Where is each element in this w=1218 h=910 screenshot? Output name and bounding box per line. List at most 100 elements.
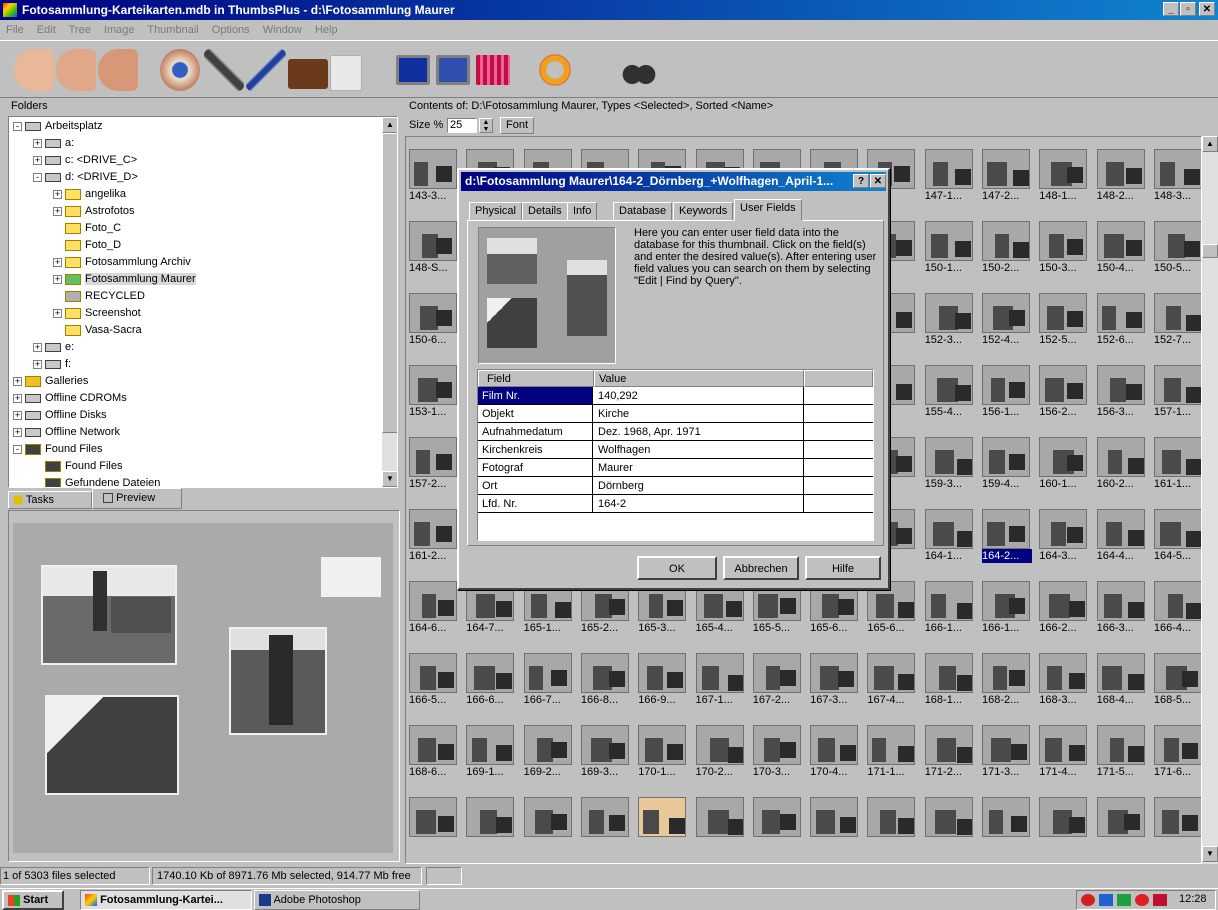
wrench-icon[interactable] — [204, 49, 244, 91]
expand-icon[interactable]: + — [53, 206, 62, 216]
tray-icon[interactable] — [1135, 894, 1149, 906]
tree-item[interactable]: + Astrofotos — [53, 203, 135, 220]
thumbnail-cell[interactable] — [1096, 797, 1147, 837]
tree-item[interactable]: - d: <DRIVE_D> — [33, 169, 138, 186]
thumbnail-cell[interactable]: 166-4... — [1153, 581, 1201, 635]
tree-item[interactable]: + angelika — [53, 186, 126, 203]
thumbnail-cell[interactable]: 164-1... — [924, 509, 975, 563]
thumbnail-cell[interactable]: 168-1... — [924, 653, 975, 707]
thumbnail-cell[interactable]: 159-4... — [982, 437, 1032, 491]
expand-icon[interactable]: + — [53, 274, 62, 284]
tab-user-fields[interactable]: User Fields — [734, 199, 802, 221]
thumbnail-cell[interactable]: 150-5... — [1153, 221, 1201, 275]
gallery-icon[interactable] — [476, 55, 510, 85]
thumbnail-cell[interactable]: 157-2... — [409, 437, 459, 491]
table-row[interactable]: Objekt Kirche — [478, 405, 873, 423]
thumbnail-cell[interactable]: 159-3... — [924, 437, 975, 491]
tab-tasks[interactable]: Tasks — [8, 491, 92, 509]
menu-tree[interactable]: Tree — [69, 24, 91, 36]
thumbnail-cell[interactable] — [810, 797, 860, 837]
field-name-cell[interactable]: Film Nr. — [478, 387, 593, 404]
scroll-down-arrow-icon[interactable]: ▼ — [1202, 846, 1218, 862]
thumbnail-cell[interactable]: 166-1... — [982, 581, 1032, 635]
tree-item[interactable]: + Galleries — [13, 373, 88, 390]
thumbnail-cell[interactable]: 147-1... — [924, 149, 975, 203]
table-row[interactable]: Film Nr. 140,292 — [478, 387, 873, 405]
tree-item[interactable]: + Fotosammlung Archiv — [53, 254, 191, 271]
tab-physical[interactable]: Physical — [469, 202, 522, 221]
thumbnail-cell[interactable]: 168-6... — [409, 725, 459, 779]
hand-select-icon[interactable] — [98, 49, 138, 91]
thumbnail-cell[interactable]: 152-5... — [1039, 293, 1089, 347]
thumbnail-cell[interactable]: 169-2... — [523, 725, 574, 779]
thumbnail-cell[interactable]: 169-1... — [466, 725, 516, 779]
paintbrush-icon[interactable] — [246, 49, 286, 91]
tree-item[interactable]: + c: <DRIVE_C> — [33, 152, 137, 169]
expand-icon[interactable]: + — [33, 155, 42, 165]
tree-scroll-thumb[interactable] — [382, 133, 397, 433]
thumbnail-cell[interactable]: 164-3... — [1039, 509, 1089, 563]
ok-button[interactable]: OK — [637, 556, 717, 580]
menu-file[interactable]: File — [6, 24, 24, 36]
collapse-icon[interactable]: - — [13, 444, 22, 454]
thumbnail-cell[interactable]: 167-1... — [695, 653, 746, 707]
thumbnail-cell[interactable]: 147-2... — [982, 149, 1032, 203]
size-input[interactable]: 25 — [447, 118, 477, 133]
tab-details[interactable]: Details — [522, 202, 568, 221]
thumbnail-cell[interactable]: 168-4... — [1096, 653, 1147, 707]
expand-icon[interactable]: + — [13, 410, 22, 420]
thumbnail-cell[interactable]: 155-4... — [924, 365, 975, 419]
close-icon[interactable]: ✕ — [1199, 2, 1215, 16]
expand-icon[interactable]: + — [13, 393, 22, 403]
thumbnail-cell[interactable]: 171-5... — [1096, 725, 1147, 779]
help-question-icon[interactable]: ? — [853, 174, 869, 188]
thumbnail-cell[interactable]: 167-2... — [752, 653, 803, 707]
tree-scrollbar[interactable]: ▲ ▼ — [382, 117, 397, 487]
tree-item[interactable]: + Fotosammlung Maurer — [53, 271, 196, 288]
thumbnail-cell[interactable]: 161-2... — [409, 509, 459, 563]
field-name-cell[interactable]: Fotograf — [478, 459, 593, 476]
thumbnail-cell[interactable]: 166-5... — [409, 653, 459, 707]
table-row[interactable]: Fotograf Maurer — [478, 459, 873, 477]
thumbnail-cell[interactable]: 152-7... — [1153, 293, 1201, 347]
thumbnail-cell[interactable]: 171-4... — [1039, 725, 1089, 779]
thumbnail-cell[interactable] — [523, 797, 574, 837]
thumbnail-cell[interactable]: 168-3... — [1039, 653, 1089, 707]
hand-select-icon[interactable] — [56, 49, 96, 91]
thumbnail-cell[interactable]: 171-3... — [982, 725, 1032, 779]
tree-item[interactable]: + e: — [33, 339, 74, 356]
expand-icon[interactable]: + — [53, 308, 62, 318]
tree-item[interactable]: + Offline Network — [13, 424, 120, 441]
thumbnail-cell[interactable]: 166-6... — [466, 653, 516, 707]
column-header-field[interactable]: Field — [478, 370, 594, 387]
tab-keywords[interactable]: Keywords — [673, 202, 734, 221]
table-row[interactable]: Lfd. Nr. 164-2 — [478, 495, 873, 513]
thumbnail-cell[interactable]: 156-3... — [1096, 365, 1147, 419]
folder-tree[interactable]: - Arbeitsplatz + a: + c: <DRIVE_C> - d: <DRIVE_… — [8, 116, 398, 488]
thumbnail-cell[interactable]: 160-1... — [1039, 437, 1089, 491]
dialog-title-bar[interactable]: d:\Fotosammlung Maurer\164-2_Dörnberg_+W… — [461, 172, 886, 191]
thumbnail-cell[interactable]: 170-4... — [810, 725, 860, 779]
menu-image[interactable]: Image — [104, 24, 135, 36]
tab-preview[interactable]: Preview — [92, 488, 182, 509]
tree-item[interactable]: + f: — [33, 356, 71, 373]
grid-scroll-thumb[interactable] — [1202, 244, 1218, 258]
field-value-cell[interactable]: Wolfhagen — [594, 441, 804, 458]
thumbnail-cell[interactable]: 166-1... — [924, 581, 975, 635]
tree-item[interactable]: - Found Files — [13, 441, 102, 458]
field-value-cell[interactable]: Maurer — [594, 459, 804, 476]
tree-item[interactable]: Vasa-Sacra — [53, 322, 142, 339]
thumbnail-cell[interactable]: 161-1... — [1153, 437, 1201, 491]
tray-icon[interactable] — [1117, 894, 1131, 906]
table-row[interactable]: Aufnahmedatum Dez. 1968, Apr. 1971 — [478, 423, 873, 441]
thumbnail-cell[interactable] — [580, 797, 631, 837]
table-row[interactable]: Ort Dörnberg — [478, 477, 873, 495]
thumbnail-cell[interactable] — [924, 797, 975, 837]
thumbnail-cell[interactable] — [466, 797, 516, 837]
thumbnail-cell[interactable]: 171-1... — [867, 725, 917, 779]
font-button[interactable]: Font — [500, 117, 534, 134]
thumbnail-cell[interactable]: 148-2... — [1096, 149, 1147, 203]
thumbnail-cell[interactable]: 152-3... — [924, 293, 975, 347]
taskbar-item-thumbsplus[interactable]: Fotosammlung-Kartei... — [80, 890, 252, 910]
thumbnail-cell[interactable]: 166-8... — [580, 653, 631, 707]
